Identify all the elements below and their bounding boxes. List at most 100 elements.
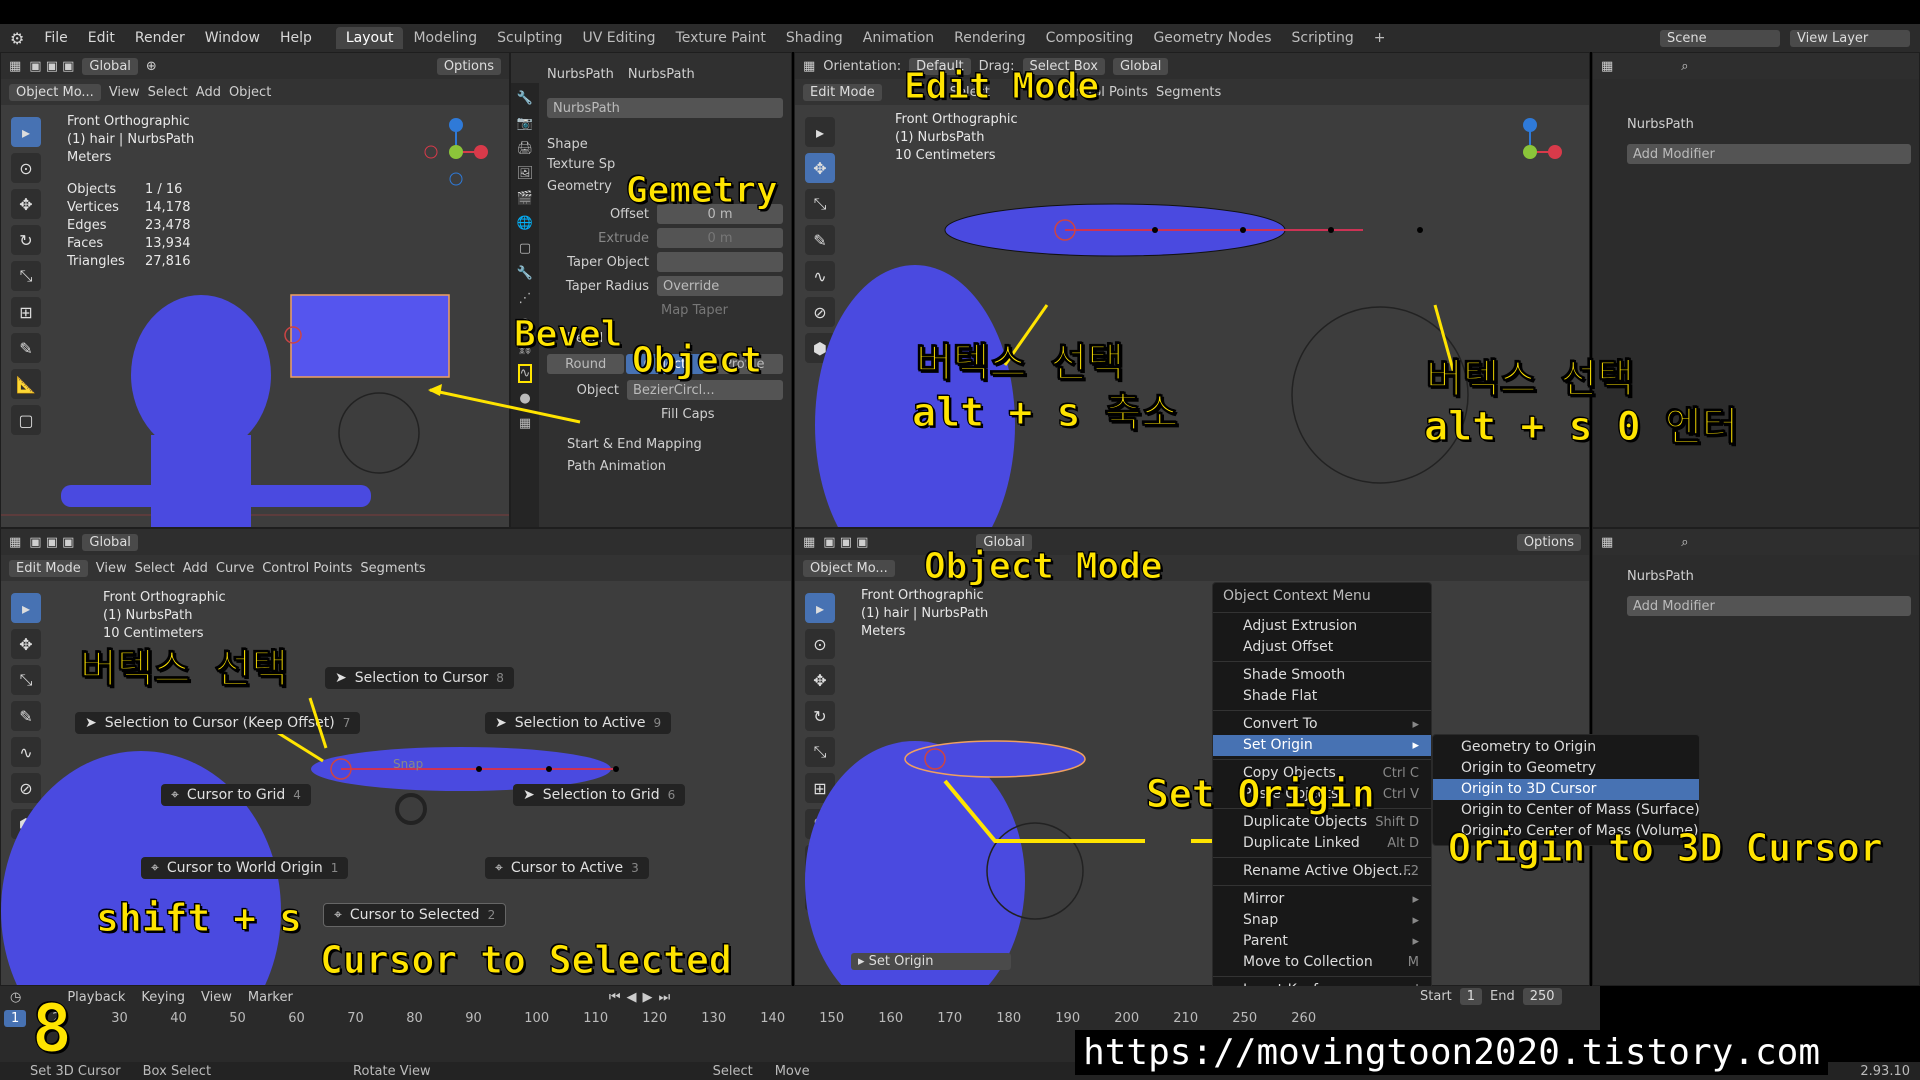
transform-orientation[interactable]: Global (82, 533, 138, 551)
object-tab-icon[interactable]: ▢ (519, 241, 531, 256)
tab-scripting[interactable]: Scripting (1282, 27, 1364, 49)
menu-item-rename-active-object[interactable]: Rename Active Object... F2 (1213, 861, 1431, 882)
menu-view[interactable]: View (96, 561, 127, 576)
menu-segments[interactable]: Segments (1156, 85, 1221, 100)
tab-shading[interactable]: Shading (776, 27, 853, 49)
menu-object[interactable]: Object (229, 85, 271, 100)
pie-selection-to-active[interactable]: ➤ Selection to Active 9 (485, 712, 672, 734)
view-layer-selector[interactable]: View Layer (1790, 29, 1910, 47)
editor-type-icon[interactable]: ▦ (9, 59, 21, 74)
menu-view[interactable]: View (201, 990, 232, 1005)
particles-tab-icon[interactable]: ⋰ (519, 291, 532, 306)
menu-add[interactable]: Add (196, 85, 221, 100)
menu-item-duplicate-linked[interactable]: Duplicate Linked Alt D (1213, 833, 1431, 854)
pie-cursor-to-world-origin[interactable]: ⌖ Cursor to World Origin 1 (141, 857, 349, 879)
extrude-field[interactable]: 0 m (657, 228, 783, 248)
blender-logo-icon[interactable]: ⚙ (0, 29, 34, 48)
add-modifier-button[interactable]: Add Modifier (1627, 596, 1911, 616)
menu-render[interactable]: Render (125, 30, 195, 46)
transform-orientation[interactable]: Global (1112, 57, 1169, 75)
last-operator-panel[interactable]: ▸ Set Origin (851, 953, 1011, 970)
submenu-origin-to-center-of-mass-surface[interactable]: Origin to Center of Mass (Surface) (1433, 800, 1700, 821)
menu-marker[interactable]: Marker (248, 990, 293, 1005)
menu-select[interactable]: Select (148, 85, 188, 100)
options-button[interactable]: Options (436, 57, 501, 75)
menu-item-snap[interactable]: Snap ▸ (1213, 910, 1431, 931)
menu-window[interactable]: Window (195, 30, 270, 46)
menu-item-parent[interactable]: Parent ▸ (1213, 931, 1431, 952)
editor-type-icon[interactable]: ▦ (1601, 535, 1613, 550)
menu-item-adjust-extrusion[interactable]: Adjust Extrusion (1213, 616, 1431, 637)
playback-controls[interactable]: ⏮◀▶⏭ (609, 990, 676, 1005)
menu-edit[interactable]: Edit (78, 30, 125, 46)
world-tab-icon[interactable]: 🌐 (517, 216, 533, 231)
taper-object-field[interactable] (657, 252, 783, 272)
tab-animation[interactable]: Animation (853, 27, 944, 49)
tool-tab-icon[interactable]: 🔧 (517, 91, 533, 106)
search-icon[interactable]: ⌕ (1681, 535, 1688, 550)
submenu-geometry-to-origin[interactable]: Geometry to Origin (1433, 737, 1699, 758)
view-layer-tab-icon[interactable]: 🖼 (517, 166, 534, 181)
tab-compositing[interactable]: Compositing (1036, 27, 1144, 49)
mode-selector[interactable]: Edit Mode (9, 559, 88, 577)
pie-selection-to-cursor-keep-offset[interactable]: ➤ Selection to Cursor (Keep Offset) 7 (75, 712, 361, 734)
select-mode-icons[interactable]: ▣ ▣ ▣ (29, 535, 74, 550)
pie-cursor-to-grid[interactable]: ⌖ Cursor to Grid 4 (161, 784, 311, 806)
tab-rendering[interactable]: Rendering (944, 27, 1036, 49)
search-icon[interactable]: ⌕ (1681, 59, 1688, 74)
menu-select[interactable]: Select (135, 561, 175, 576)
bevel-object-field[interactable]: BezierCircl... (627, 380, 783, 400)
current-frame-indicator[interactable]: 1 (4, 1009, 27, 1027)
scene-tab-icon[interactable]: 🎬 (517, 191, 533, 206)
mode-selector[interactable]: Object Mo... (9, 83, 101, 101)
tab-modeling[interactable]: Modeling (403, 27, 487, 49)
pie-cursor-to-selected[interactable]: ⌖ Cursor to Selected 2 (323, 903, 507, 927)
tab-sculpting[interactable]: Sculpting (487, 27, 572, 49)
tab-geometry-nodes[interactable]: Geometry Nodes (1143, 27, 1281, 49)
navigation-gizmo[interactable] (421, 117, 491, 187)
fill-caps-checkbox[interactable]: Fill Caps (661, 403, 791, 425)
menu-add[interactable]: Add (183, 561, 208, 576)
pie-selection-to-cursor[interactable]: ➤ Selection to Cursor 8 (325, 667, 514, 689)
mode-selector[interactable]: Object Mo... (803, 559, 895, 577)
panel-path-animation[interactable]: Path Animation (567, 455, 791, 477)
datablock-name[interactable]: NurbsPath (547, 98, 783, 118)
panel-start-end-mapping[interactable]: Start & End Mapping (567, 433, 791, 455)
tab-uv-editing[interactable]: UV Editing (573, 27, 666, 49)
editor-type-icon[interactable]: ▦ (803, 59, 815, 74)
menu-item-shade-flat[interactable]: Shade Flat (1213, 686, 1431, 707)
material-tab-icon[interactable]: ● (519, 391, 530, 406)
add-workspace-icon[interactable]: + (1364, 27, 1396, 49)
menu-curve[interactable]: Curve (216, 561, 254, 576)
submenu-origin-to-3d-cursor[interactable]: Origin to 3D Cursor (1433, 779, 1699, 800)
render-tab-icon[interactable]: 📷 (517, 116, 533, 131)
tab-layout[interactable]: Layout (335, 27, 404, 49)
add-modifier-button[interactable]: Add Modifier (1627, 144, 1911, 164)
menu-view[interactable]: View (109, 85, 140, 100)
menu-item-set-origin[interactable]: Set Origin ▸ (1213, 735, 1431, 756)
menu-keying[interactable]: Keying (141, 990, 185, 1005)
menu-item-adjust-offset[interactable]: Adjust Offset (1213, 637, 1431, 658)
menu-file[interactable]: File (34, 30, 77, 46)
snap-icon[interactable]: ⊕ (146, 59, 157, 74)
viewport-top-right[interactable]: ▦ Orientation: Default Drag: Select Box … (794, 52, 1590, 528)
editor-type-icon[interactable]: ▦ (803, 535, 815, 550)
menu-item-mirror[interactable]: Mirror ▸ (1213, 889, 1431, 910)
scene-selector[interactable]: Scene (1660, 29, 1780, 47)
pie-selection-to-grid[interactable]: ➤ Selection to Grid 6 (513, 784, 686, 806)
menu-segments[interactable]: Segments (360, 561, 425, 576)
modifier-tab-icon[interactable]: 🔧 (517, 266, 533, 281)
editor-type-icon[interactable]: ▦ (1601, 59, 1613, 74)
clock-icon[interactable]: ◷ (10, 990, 21, 1005)
map-taper-checkbox[interactable]: Map Taper (661, 299, 791, 321)
menu-item-move-to-collection[interactable]: Move to Collection M (1213, 952, 1431, 973)
panel-shape[interactable]: Shape (547, 133, 791, 155)
mode-selector[interactable]: Edit Mode (803, 83, 882, 101)
tab-texture-paint[interactable]: Texture Paint (666, 27, 776, 49)
editor-type-icon[interactable]: ▦ (9, 535, 21, 550)
menu-item-shade-smooth[interactable]: Shade Smooth (1213, 665, 1431, 686)
transform-orientation[interactable]: Global (82, 57, 138, 75)
navigation-gizmo[interactable] (1495, 117, 1565, 187)
select-mode-icons[interactable]: ▣ ▣ ▣ (29, 59, 74, 74)
select-mode-icons[interactable]: ▣ ▣ ▣ (823, 535, 868, 550)
